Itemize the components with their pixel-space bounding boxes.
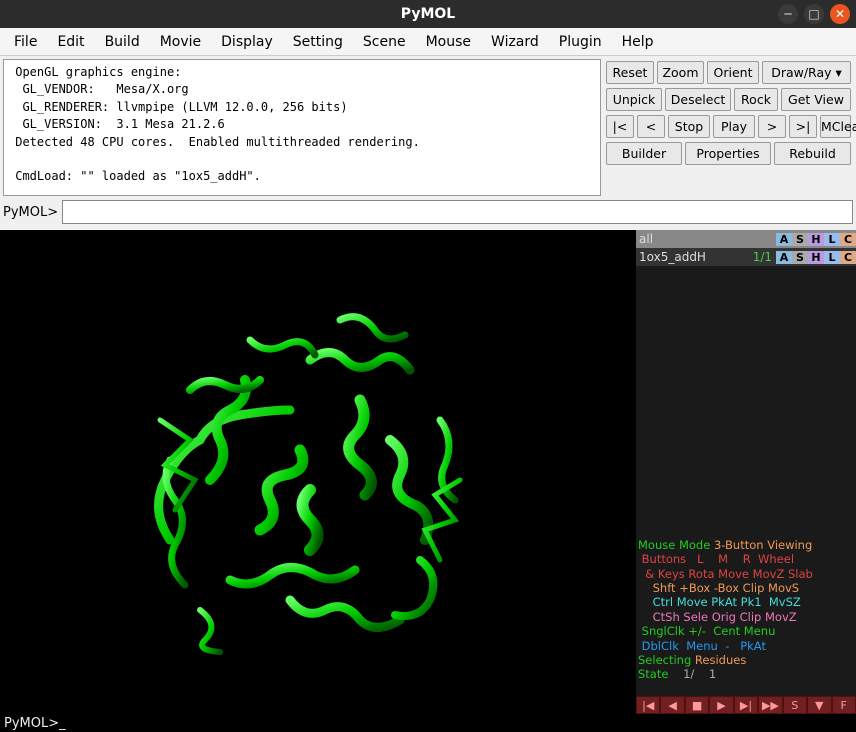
builder-button[interactable]: Builder: [606, 142, 682, 165]
mclear-button[interactable]: MClear: [820, 115, 851, 138]
pb-down[interactable]: ▼: [807, 696, 831, 714]
menu-help[interactable]: Help: [614, 32, 662, 52]
minimize-button[interactable]: ─: [778, 4, 798, 24]
stop-button[interactable]: Stop: [668, 115, 710, 138]
window-title: PyMOL: [0, 6, 856, 22]
first-frame-button[interactable]: |<: [606, 115, 634, 138]
mouse-mode-info[interactable]: Mouse Mode 3-Button Viewing Buttons L M …: [636, 523, 856, 697]
color-button[interactable]: C: [840, 251, 856, 264]
rock-button[interactable]: Rock: [734, 88, 778, 111]
object-panel: all A S H L C 1ox5_addH 1/1 A S H L C: [636, 230, 856, 714]
menu-build[interactable]: Build: [97, 32, 148, 52]
properties-button[interactable]: Properties: [685, 142, 771, 165]
zoom-button[interactable]: Zoom: [657, 61, 704, 84]
maximize-button[interactable]: □: [804, 4, 824, 24]
pb-next[interactable]: ▶|: [734, 696, 758, 714]
reset-button[interactable]: Reset: [606, 61, 654, 84]
menu-bar: File Edit Build Movie Display Setting Sc…: [0, 28, 856, 56]
menu-display[interactable]: Display: [213, 32, 281, 52]
menu-scene[interactable]: Scene: [355, 32, 414, 52]
last-frame-button[interactable]: >|: [789, 115, 817, 138]
playback-bar: |◀ ◀ ■ ▶ ▶| ▶▶ S ▼ F: [636, 696, 856, 714]
show-button[interactable]: S: [792, 233, 808, 246]
unpick-button[interactable]: Unpick: [606, 88, 662, 111]
command-prompt-label: PyMOL>: [3, 205, 58, 220]
cursor-icon: _: [59, 716, 66, 731]
menu-mouse[interactable]: Mouse: [418, 32, 479, 52]
menu-edit[interactable]: Edit: [49, 32, 92, 52]
rebuild-button[interactable]: Rebuild: [774, 142, 851, 165]
show-button[interactable]: S: [792, 251, 808, 264]
pb-s[interactable]: S: [783, 696, 807, 714]
viewer-3d[interactable]: [0, 230, 636, 714]
pb-prev[interactable]: ◀: [660, 696, 684, 714]
pb-f[interactable]: F: [832, 696, 856, 714]
bottom-prompt: PyMOL>: [4, 716, 59, 731]
bottom-command-line[interactable]: PyMOL>_: [0, 714, 856, 732]
label-button[interactable]: L: [824, 251, 840, 264]
pb-last[interactable]: ▶▶: [758, 696, 782, 714]
close-button[interactable]: ✕: [830, 4, 850, 24]
console-output[interactable]: OpenGL graphics engine: GL_VENDOR: Mesa/…: [3, 59, 601, 196]
menu-wizard[interactable]: Wizard: [483, 32, 547, 52]
command-input[interactable]: [62, 200, 853, 224]
action-button[interactable]: A: [776, 251, 792, 264]
object-row-all[interactable]: all A S H L C: [636, 230, 856, 248]
deselect-button[interactable]: Deselect: [665, 88, 731, 111]
pb-play[interactable]: ▶: [709, 696, 733, 714]
menu-movie[interactable]: Movie: [152, 32, 209, 52]
next-frame-button[interactable]: >: [758, 115, 786, 138]
action-button[interactable]: A: [776, 233, 792, 246]
hide-button[interactable]: H: [808, 251, 824, 264]
protein-structure: [110, 280, 510, 660]
pb-stop[interactable]: ■: [685, 696, 709, 714]
pb-first[interactable]: |◀: [636, 696, 660, 714]
menu-file[interactable]: File: [6, 32, 45, 52]
orient-button[interactable]: Orient: [707, 61, 759, 84]
hide-button[interactable]: H: [808, 233, 824, 246]
prev-frame-button[interactable]: <: [637, 115, 665, 138]
get-view-button[interactable]: Get View: [781, 88, 851, 111]
draw-ray-button[interactable]: Draw/Ray ▾: [762, 61, 851, 84]
menu-setting[interactable]: Setting: [285, 32, 351, 52]
label-button[interactable]: L: [824, 233, 840, 246]
title-bar: PyMOL ─ □ ✕: [0, 0, 856, 28]
play-button[interactable]: Play: [713, 115, 755, 138]
menu-plugin[interactable]: Plugin: [551, 32, 610, 52]
button-panel: Reset Zoom Orient Draw/Ray ▾ Unpick Dese…: [604, 56, 856, 196]
color-button[interactable]: C: [840, 233, 856, 246]
object-row-1ox5[interactable]: 1ox5_addH 1/1 A S H L C: [636, 248, 856, 266]
